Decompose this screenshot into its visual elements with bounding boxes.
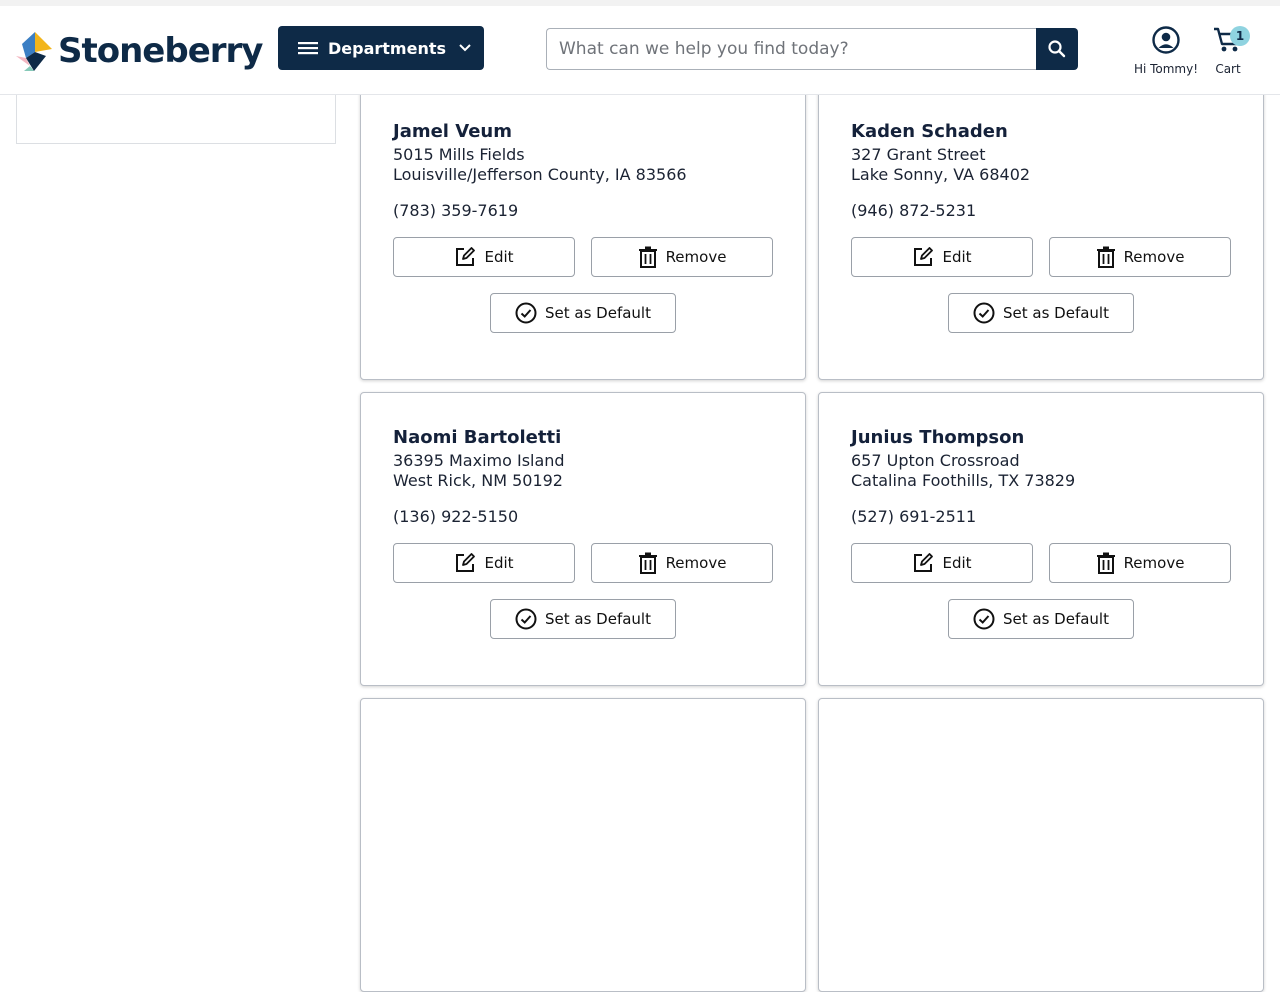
address-city-state-zip: Catalina Foothills, TX 73829 [851,471,1076,490]
menu-icon [298,42,318,55]
address-city-state-zip: West Rick, NM 50192 [393,471,563,490]
edit-icon [914,247,934,266]
address-city-state-zip: Lake Sonny, VA 68402 [851,165,1031,184]
remove-label: Remove [1123,554,1185,572]
address-phone: (783) 359-7619 [393,201,519,220]
address-phone: (946) 872-5231 [851,201,977,220]
address-street: 657 Upton Crossroad [851,451,1020,470]
edit-icon [914,553,934,572]
edit-address-button[interactable]: Edit [851,237,1033,277]
trash-icon [638,552,657,574]
cart-label: Cart [1215,62,1241,76]
check-circle-icon [973,608,995,630]
address-street: 36395 Maximo Island [393,451,565,470]
set-default-label: Set as Default [1003,610,1109,628]
set-default-button[interactable]: Set as Default [490,293,676,333]
stoneberry-logo[interactable]: Stoneberry [16,30,263,72]
address-card: Junius Thompson 657 Upton Crossroad Cata… [818,392,1264,686]
remove-label: Remove [1123,248,1185,266]
remove-address-button[interactable]: Remove [591,543,773,583]
cart-count-badge: 1 [1230,26,1250,46]
remove-address-button[interactable]: Remove [1049,237,1231,277]
address-phone: (136) 922-5150 [393,507,519,526]
departments-button[interactable]: Departments [278,26,484,70]
address-name: Junius Thompson [851,427,1025,448]
check-circle-icon [515,302,537,324]
user-circle-icon [1152,26,1180,54]
address-card [818,698,1264,992]
set-default-label: Set as Default [545,610,651,628]
address-card: Jamel Veum 5015 Mills Fields Louisville/… [360,86,806,380]
check-circle-icon [973,302,995,324]
edit-label: Edit [484,554,514,572]
account-label: Hi Tommy! [1133,62,1199,76]
address-street: 327 Grant Street [851,145,986,164]
edit-label: Edit [942,554,972,572]
address-street: 5015 Mills Fields [393,145,525,164]
set-default-button[interactable]: Set as Default [490,599,676,639]
edit-address-button[interactable]: Edit [393,543,575,583]
search-icon [1048,40,1066,58]
set-default-button[interactable]: Set as Default [948,293,1134,333]
edit-label: Edit [942,248,972,266]
search-button[interactable] [1036,28,1078,70]
search-input[interactable] [546,28,1036,70]
search-bar [546,28,1078,70]
address-city-state-zip: Louisville/Jefferson County, IA 83566 [393,165,687,184]
remove-label: Remove [665,248,727,266]
remove-address-button[interactable]: Remove [591,237,773,277]
trash-icon [638,246,657,268]
address-phone: (527) 691-2511 [851,507,977,526]
remove-label: Remove [665,554,727,572]
edit-address-button[interactable]: Edit [851,543,1033,583]
logo-wordmark: Stoneberry [58,31,263,71]
account-link[interactable]: Hi Tommy! [1130,26,1202,76]
address-name: Jamel Veum [393,121,512,142]
address-card [360,698,806,992]
remove-address-button[interactable]: Remove [1049,543,1231,583]
site-header: Stoneberry Departments Hi Tommy! [0,6,1280,95]
set-default-button[interactable]: Set as Default [948,599,1134,639]
set-default-label: Set as Default [545,304,651,322]
edit-label: Edit [484,248,514,266]
set-default-label: Set as Default [1003,304,1109,322]
trash-icon [1096,552,1115,574]
chevron-down-icon [459,44,471,52]
departments-label: Departments [328,38,447,58]
trash-icon [1096,246,1115,268]
edit-icon [456,247,476,266]
edit-icon [456,553,476,572]
check-circle-icon [515,608,537,630]
logo-mark-icon [16,32,52,71]
edit-address-button[interactable]: Edit [393,237,575,277]
address-card: Kaden Schaden 327 Grant Street Lake Sonn… [818,86,1264,380]
address-name: Naomi Bartoletti [393,427,562,448]
cart-link[interactable]: 1 Cart [1208,26,1250,76]
address-name: Kaden Schaden [851,121,1008,142]
address-card: Naomi Bartoletti 36395 Maximo Island Wes… [360,392,806,686]
